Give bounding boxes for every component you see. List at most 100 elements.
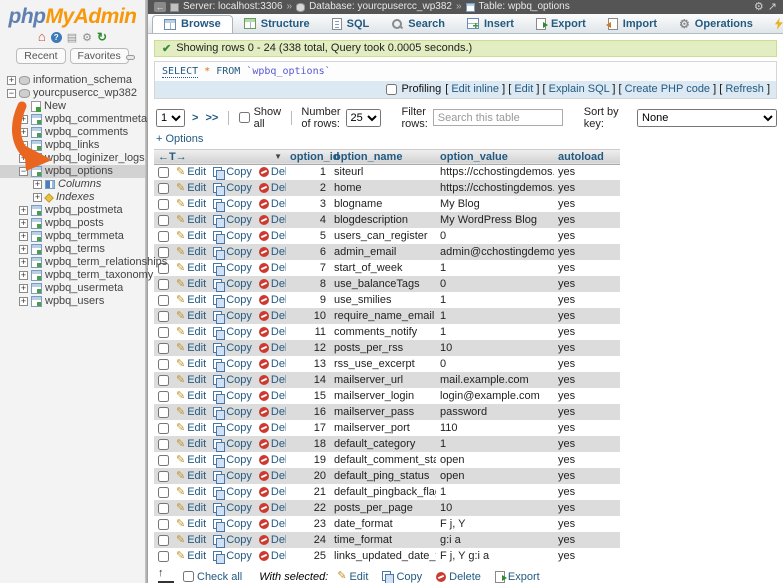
nav-resize-handle[interactable] xyxy=(126,55,135,60)
row-delete-link[interactable]: Delete xyxy=(259,470,286,482)
row-copy-link[interactable]: Copy xyxy=(213,214,252,226)
row-checkbox[interactable] xyxy=(158,215,169,226)
row-delete-link[interactable]: Delete xyxy=(259,246,286,258)
expander-icon[interactable]: + xyxy=(19,154,28,163)
row-delete-link[interactable]: Delete xyxy=(259,198,286,210)
row-copy-link[interactable]: Copy xyxy=(213,278,252,290)
tree-item-wpbq_users[interactable]: +wpbq_users xyxy=(0,295,145,308)
row-delete-link[interactable]: Delete xyxy=(259,310,286,322)
expander-icon[interactable]: + xyxy=(19,115,28,124)
row-delete-link[interactable]: Delete xyxy=(259,294,286,306)
hide-navigation-icon[interactable]: ← xyxy=(154,2,166,12)
expander-icon[interactable]: + xyxy=(33,180,42,189)
row-delete-link[interactable]: Delete xyxy=(259,422,286,434)
tree-item-wpbq_commentmeta[interactable]: +wpbq_commentmeta xyxy=(0,113,145,126)
row-edit-link[interactable]: ✎Edit xyxy=(176,390,206,402)
tab-browse[interactable]: Browse xyxy=(152,15,233,33)
query-action-link-edit[interactable]: Edit xyxy=(511,83,536,95)
expander-icon[interactable]: − xyxy=(19,167,28,176)
row-checkbox[interactable] xyxy=(158,167,169,178)
row-copy-link[interactable]: Copy xyxy=(213,502,252,514)
row-copy-link[interactable]: Copy xyxy=(213,182,252,194)
row-checkbox[interactable] xyxy=(158,519,169,530)
query-action-link-edit-inline[interactable]: Edit inline xyxy=(448,83,502,95)
row-delete-link[interactable]: Delete xyxy=(259,438,286,450)
expander-icon[interactable]: − xyxy=(7,89,16,98)
expander-icon[interactable]: + xyxy=(33,193,42,202)
tree-item-columns[interactable]: +Columns xyxy=(0,178,145,191)
row-checkbox[interactable] xyxy=(158,391,169,402)
tree-item-wpbq_usermeta[interactable]: +wpbq_usermeta xyxy=(0,282,145,295)
tab-insert[interactable]: Insert xyxy=(456,15,525,33)
page-select[interactable]: 1 xyxy=(156,109,185,127)
row-copy-link[interactable]: Copy xyxy=(213,166,252,178)
row-edit-link[interactable]: ✎Edit xyxy=(176,166,206,178)
row-copy-link[interactable]: Copy xyxy=(213,294,252,306)
row-checkbox[interactable] xyxy=(158,343,169,354)
tree-item-wpbq_comments[interactable]: +wpbq_comments xyxy=(0,126,145,139)
row-checkbox[interactable] xyxy=(158,487,169,498)
expander-icon[interactable]: + xyxy=(19,128,28,137)
show-all-checkbox[interactable] xyxy=(239,112,250,123)
row-edit-link[interactable]: ✎Edit xyxy=(176,294,206,306)
row-edit-link[interactable]: ✎Edit xyxy=(176,550,206,562)
expander-icon[interactable]: + xyxy=(19,284,28,293)
row-edit-link[interactable]: ✎Edit xyxy=(176,358,206,370)
row-copy-link[interactable]: Copy xyxy=(213,230,252,242)
row-copy-link[interactable]: Copy xyxy=(213,358,252,370)
row-edit-link[interactable]: ✎Edit xyxy=(176,342,206,354)
query-action-link-explain-sql[interactable]: Explain SQL xyxy=(546,83,613,95)
row-edit-link[interactable]: ✎Edit xyxy=(176,486,206,498)
row-edit-link[interactable]: ✎Edit xyxy=(176,470,206,482)
row-copy-link[interactable]: Copy xyxy=(213,342,252,354)
sort-descending-icon[interactable]: ▼ xyxy=(274,152,282,161)
expander-icon[interactable]: + xyxy=(19,258,28,267)
row-edit-link[interactable]: ✎Edit xyxy=(176,326,206,338)
row-edit-link[interactable]: ✎Edit xyxy=(176,198,206,210)
row-copy-link[interactable]: Copy xyxy=(213,198,252,210)
row-delete-link[interactable]: Delete xyxy=(259,278,286,290)
home-icon[interactable]: ⌂ xyxy=(38,31,46,43)
row-checkbox[interactable] xyxy=(158,503,169,514)
row-checkbox[interactable] xyxy=(158,327,169,338)
recent-tab[interactable]: Recent xyxy=(16,48,65,64)
row-checkbox[interactable] xyxy=(158,455,169,466)
tree-item-new[interactable]: New xyxy=(0,100,145,113)
row-edit-link[interactable]: ✎Edit xyxy=(176,406,206,418)
row-copy-link[interactable]: Copy xyxy=(213,454,252,466)
query-action-link-refresh[interactable]: Refresh xyxy=(722,83,767,95)
row-delete-link[interactable]: Delete xyxy=(259,406,286,418)
row-checkbox[interactable] xyxy=(158,183,169,194)
check-all-toggle[interactable]: Check all xyxy=(183,571,242,583)
row-edit-link[interactable]: ✎Edit xyxy=(176,182,206,194)
row-edit-link[interactable]: ✎Edit xyxy=(176,278,206,290)
row-copy-link[interactable]: Copy xyxy=(213,262,252,274)
row-delete-link[interactable]: Delete xyxy=(259,358,286,370)
expander-icon[interactable]: + xyxy=(19,245,28,254)
row-delete-link[interactable]: Delete xyxy=(259,454,286,466)
row-copy-link[interactable]: Copy xyxy=(213,470,252,482)
row-copy-link[interactable]: Copy xyxy=(213,246,252,258)
row-checkbox[interactable] xyxy=(158,359,169,370)
row-delete-link[interactable]: Delete xyxy=(259,550,286,562)
tree-item-wpbq_options[interactable]: −wpbq_options xyxy=(0,165,145,178)
expander-icon[interactable]: + xyxy=(19,141,28,150)
column-reorder-icon[interactable]: ←T→ xyxy=(158,151,187,163)
phpmyadmin-logo[interactable]: phpMyAdmin xyxy=(0,0,145,29)
column-marker-header[interactable]: ←T→ ▼ xyxy=(154,149,286,164)
row-checkbox[interactable] xyxy=(158,311,169,322)
tree-item-wpbq_links[interactable]: +wpbq_links xyxy=(0,139,145,152)
row-edit-link[interactable]: ✎Edit xyxy=(176,534,206,546)
breadcrumb-server[interactable]: Server: localhost:3306 xyxy=(183,0,283,14)
row-copy-link[interactable]: Copy xyxy=(213,438,252,450)
row-delete-link[interactable]: Delete xyxy=(259,214,286,226)
settings-icon[interactable]: ⚙ xyxy=(82,31,92,44)
row-checkbox[interactable] xyxy=(158,231,169,242)
refresh-icon[interactable]: ↻ xyxy=(97,30,107,44)
with-selected-edit-link[interactable]: ✎Edit xyxy=(337,571,368,583)
row-delete-link[interactable]: Delete xyxy=(259,342,286,354)
tree-item-indexes[interactable]: +Indexes xyxy=(0,191,145,204)
query-action-link-create-php-code[interactable]: Create PHP code xyxy=(622,83,714,95)
breadcrumb-table[interactable]: Table: wpbq_options xyxy=(479,0,570,14)
sort-by-key-select[interactable]: None xyxy=(637,109,777,127)
